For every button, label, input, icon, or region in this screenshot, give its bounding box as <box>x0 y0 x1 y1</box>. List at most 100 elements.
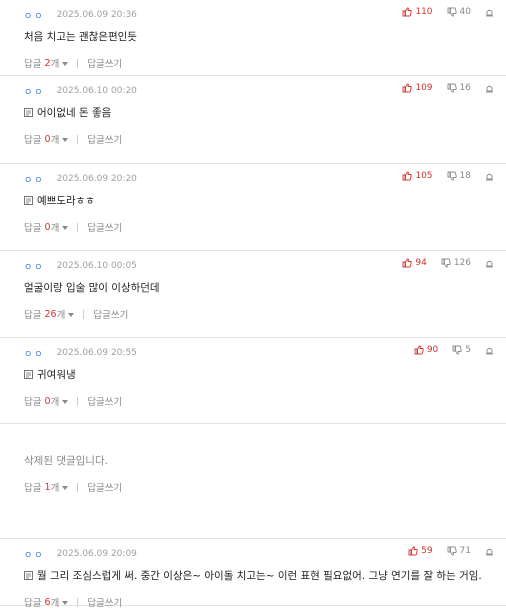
divider <box>77 396 79 406</box>
write-reply-button[interactable]: 답글쓰기 <box>87 220 122 234</box>
upvote-button[interactable]: 90 <box>414 345 438 355</box>
vote-group: 90 5 <box>400 345 494 355</box>
write-reply-button[interactable]: 답글쓰기 <box>87 56 122 70</box>
downvote-button[interactable]: 71 <box>447 546 471 556</box>
comment-item: ㅇㅇ 2025.06.09 20:09 59 71 뭘 그리 조심스럽게 써. … <box>0 539 506 609</box>
vote-group: 105 18 <box>388 171 494 181</box>
downvote-count: 16 <box>459 83 471 93</box>
write-reply-button[interactable]: 답글쓰기 <box>87 595 122 609</box>
report-button[interactable] <box>485 8 494 17</box>
comment-item: ㅇㅇ 2025.06.10 00:20 109 16 어이없네 돈 좋음 답글 … <box>0 76 506 164</box>
chevron-down-icon <box>62 137 69 142</box>
upvote-count: 105 <box>415 171 433 181</box>
comment-nickname[interactable]: ㅇㅇ <box>24 9 45 22</box>
downvote-count: 40 <box>459 7 471 17</box>
comment-nickname[interactable]: ㅇㅇ <box>24 85 45 98</box>
comment-text: 얼굴이랑 입술 많이 이상하던데 <box>24 281 160 294</box>
vote-group: 110 40 <box>388 7 494 17</box>
comment-item: ㅇㅇ 2025.06.09 20:36 110 40 처음 치고는 괜찮은편인듯… <box>0 0 506 76</box>
report-button[interactable] <box>485 547 494 556</box>
comment-date: 2025.06.09 20:20 <box>56 174 137 184</box>
chevron-down-icon <box>62 399 69 404</box>
comment-actions: 답글 1개 답글쓰기 <box>24 480 506 495</box>
downvote-button[interactable]: 40 <box>447 7 471 17</box>
downvote-button[interactable]: 5 <box>452 345 471 355</box>
comment-date: 2025.06.09 20:55 <box>56 348 137 358</box>
report-button[interactable] <box>485 259 494 268</box>
thumbs-up-icon <box>414 345 424 355</box>
image-attachment-icon <box>24 570 33 580</box>
comment-text: 어이없네 돈 좋음 <box>37 106 112 119</box>
report-button[interactable] <box>485 84 494 93</box>
reply-label: 답글 <box>24 483 42 494</box>
thumbs-up-icon <box>402 7 413 17</box>
downvote-button[interactable]: 18 <box>447 171 471 181</box>
comment-item: 삭제된 댓글입니다. 답글 1개 답글쓰기 <box>0 452 506 539</box>
report-button[interactable] <box>485 172 494 181</box>
reply-toggle-button[interactable]: 답글 6개 <box>24 595 69 609</box>
write-reply-button[interactable]: 답글쓰기 <box>87 132 122 146</box>
reply-toggle-button[interactable]: 답글 2개 <box>24 56 69 70</box>
upvote-button[interactable]: 110 <box>402 7 433 17</box>
upvote-count: 94 <box>415 258 427 268</box>
vote-group: 59 71 <box>394 546 494 556</box>
thumbs-down-icon <box>447 83 457 93</box>
reply-label: 답글 <box>24 310 42 321</box>
write-reply-button[interactable]: 답글쓰기 <box>87 480 122 494</box>
upvote-count: 59 <box>421 546 433 556</box>
thumbs-down-icon <box>447 171 457 181</box>
reply-toggle-button[interactable]: 답글 1개 <box>24 480 69 494</box>
downvote-button[interactable]: 126 <box>441 258 471 268</box>
divider <box>83 309 85 319</box>
comment-text: 뭘 그리 조심스럽게 써. 중간 이상은~ 아이돌 치고는~ 이런 표현 필요없… <box>37 569 482 582</box>
report-button[interactable] <box>485 346 494 355</box>
comment-actions: 답글 0개 답글쓰기 <box>24 132 506 147</box>
image-attachment-icon <box>24 369 33 379</box>
divider <box>77 222 79 232</box>
comment-nickname[interactable]: ㅇㅇ <box>24 548 45 561</box>
thumbs-up-icon <box>402 83 413 93</box>
reply-unit: 개 <box>50 135 60 146</box>
comment-date: 2025.06.09 20:36 <box>56 10 137 20</box>
thumbs-down-icon <box>452 345 462 355</box>
reply-toggle-button[interactable]: 답글 0개 <box>24 220 69 234</box>
upvote-button[interactable]: 94 <box>402 258 427 268</box>
upvote-button[interactable]: 109 <box>402 83 433 93</box>
thumbs-up-icon <box>402 171 413 181</box>
upvote-count: 90 <box>426 345 439 355</box>
thumbs-up-icon <box>402 258 413 268</box>
siren-icon <box>486 85 493 92</box>
upvote-count: 109 <box>415 83 433 93</box>
write-reply-button[interactable]: 답글쓰기 <box>93 307 128 321</box>
comment-nickname[interactable]: ㅇㅇ <box>24 173 45 186</box>
reply-unit: 개 <box>50 483 60 494</box>
siren-icon <box>486 173 493 180</box>
reply-toggle-button[interactable]: 답글 0개 <box>24 394 69 408</box>
vote-group: 109 16 <box>388 83 494 93</box>
thumbs-up-icon <box>408 546 418 556</box>
reply-toggle-button[interactable]: 답글 26 개 <box>24 307 75 321</box>
comment-text-row: 귀여워냉 <box>24 366 506 382</box>
chevron-down-icon <box>62 485 69 490</box>
reply-unit: 개 <box>50 598 60 609</box>
upvote-count: 110 <box>415 7 433 17</box>
reply-unit: 개 <box>50 397 60 408</box>
write-reply-button[interactable]: 답글쓰기 <box>87 394 122 408</box>
downvote-button[interactable]: 16 <box>447 83 471 93</box>
comment-nickname[interactable]: ㅇㅇ <box>24 347 45 360</box>
reply-toggle-button[interactable]: 답글 0개 <box>24 132 69 146</box>
comment-date: 2025.06.09 20:09 <box>56 549 137 559</box>
upvote-button[interactable]: 105 <box>402 171 433 181</box>
comment-text: 삭제된 댓글입니다. <box>24 454 108 467</box>
reply-label: 답글 <box>24 598 42 609</box>
chevron-down-icon <box>68 312 75 317</box>
comment-text: 예쁘도라ㅎㅎ <box>37 194 95 207</box>
divider <box>77 482 79 492</box>
reply-count: 26 <box>44 308 57 320</box>
comment-nickname[interactable]: ㅇㅇ <box>24 260 45 273</box>
upvote-button[interactable]: 59 <box>408 546 433 556</box>
thumbs-down-icon <box>447 546 457 556</box>
comment-actions: 답글 2개 답글쓰기 <box>24 56 506 71</box>
comment-date: 2025.06.10 00:05 <box>56 261 137 271</box>
divider <box>77 597 79 607</box>
